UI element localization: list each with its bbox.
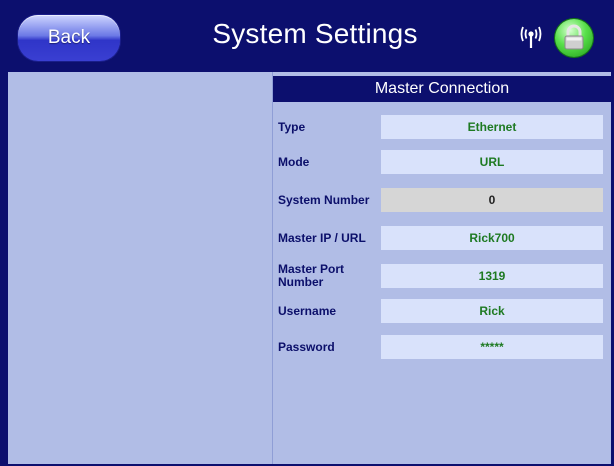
field-row-system-number: System Number 0 [273,185,611,215]
password-field[interactable]: ***** [381,335,603,359]
field-label: Password [278,339,335,354]
system-number-field: 0 [381,188,603,212]
field-row-username: Username Rick [273,296,611,326]
left-panel [8,72,273,464]
lock-icon[interactable] [555,19,593,57]
master-port-number-field[interactable]: 1319 [381,264,603,288]
master-connection-panel: Master Connection Type Ethernet Mode URL… [273,72,611,464]
back-button[interactable]: Back [18,15,120,61]
field-label: Type [278,119,306,134]
wireless-signal-icon [518,24,544,50]
field-label: System Number [278,192,370,207]
section-header: Master Connection [273,76,611,102]
field-label: Username [278,303,337,318]
content-area: Master Connection Type Ethernet Mode URL… [8,72,611,464]
page-title: System Settings [212,18,418,49]
field-label: Master Port Number [278,262,345,289]
field-row-master-ip: Master IP / URL Rick700 [273,223,611,253]
mode-field[interactable]: URL [381,150,603,174]
field-row-master-port: Master Port Number 1319 [273,261,611,291]
field-row-mode: Mode URL [273,147,611,177]
master-ip-url-field[interactable]: Rick700 [381,226,603,250]
field-row-password: Password ***** [273,332,611,362]
username-field[interactable]: Rick [381,299,603,323]
title-bar: Back System Settings [0,0,614,72]
field-label: Master IP / URL [278,230,366,245]
field-label: Mode [278,154,310,169]
type-field[interactable]: Ethernet [381,115,603,139]
field-row-type: Type Ethernet [273,112,611,142]
